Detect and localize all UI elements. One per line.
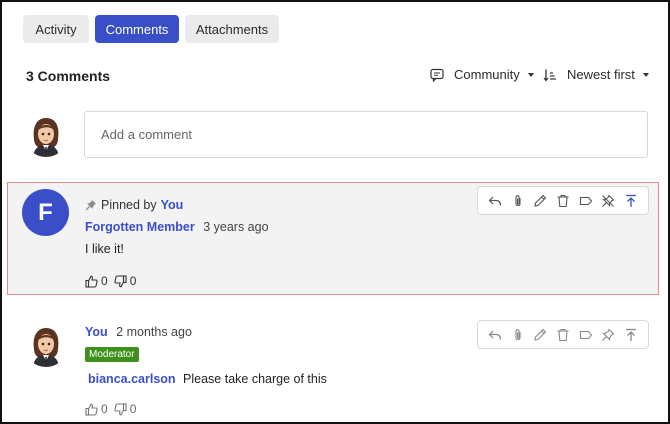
copy-link-button[interactable] xyxy=(509,192,527,210)
move-to-top-button[interactable] xyxy=(622,192,640,210)
comment-timestamp: 2 months ago xyxy=(116,325,192,339)
pencil-icon xyxy=(534,194,547,207)
avatar: F xyxy=(22,189,69,236)
trash-icon xyxy=(557,328,569,341)
avatar-letter: F xyxy=(38,198,53,226)
reply-button[interactable] xyxy=(486,326,504,344)
reply-icon xyxy=(488,330,502,340)
comment-author-link[interactable]: You xyxy=(85,325,108,339)
tab-comments[interactable]: Comments xyxy=(95,15,179,43)
moderator-badge: Moderator xyxy=(85,347,139,362)
downvote-button[interactable]: 0 xyxy=(114,274,137,288)
comment-timestamp: 3 years ago xyxy=(203,220,269,234)
vote-controls: 0 0 xyxy=(85,402,136,416)
user-avatar-icon xyxy=(33,118,59,157)
chat-bubble-icon xyxy=(430,68,444,82)
user-avatar-icon xyxy=(33,328,59,367)
tab-activity[interactable]: Activity xyxy=(23,15,89,43)
avatar xyxy=(24,113,68,157)
comment-body: bianca.carlson Please take charge of thi… xyxy=(88,372,327,386)
paperclip-icon xyxy=(515,328,521,340)
delete-button[interactable] xyxy=(554,326,572,344)
tag-icon xyxy=(579,330,592,339)
edit-button[interactable] xyxy=(531,192,549,210)
thumbs-up-icon xyxy=(85,403,98,416)
tag-icon xyxy=(579,196,592,205)
pin-icon xyxy=(602,327,615,341)
copy-link-button[interactable] xyxy=(509,326,527,344)
downvote-count: 0 xyxy=(129,402,137,416)
pinned-by-line: Pinned by You xyxy=(85,198,183,212)
edit-button[interactable] xyxy=(531,326,549,344)
comment-author-link[interactable]: Forgotten Member xyxy=(85,220,195,234)
delete-button[interactable] xyxy=(554,192,572,210)
comment-text: Please take charge of this xyxy=(183,372,327,386)
tab-bar: Activity Comments Attachments xyxy=(23,15,279,43)
reply-icon xyxy=(488,196,502,206)
move-to-top-button[interactable] xyxy=(622,326,640,344)
thumbs-up-icon xyxy=(85,275,98,288)
community-label: Community xyxy=(454,67,520,82)
unpin-icon xyxy=(602,193,615,207)
pinned-by-user-link[interactable]: You xyxy=(161,198,184,212)
downvote-button[interactable]: 0 xyxy=(114,402,137,416)
tab-attachments[interactable]: Attachments xyxy=(185,15,279,43)
unpin-button[interactable] xyxy=(599,192,617,210)
upvote-count: 0 xyxy=(101,274,108,288)
comment-body: I like it! xyxy=(85,242,124,256)
downvote-count: 0 xyxy=(129,274,137,288)
sort-label: Newest first xyxy=(567,67,635,82)
pencil-icon xyxy=(534,328,547,341)
trash-icon xyxy=(557,194,569,207)
sort-dropdown[interactable]: Newest first xyxy=(543,67,649,82)
move-top-icon xyxy=(625,194,636,207)
vote-controls: 0 0 xyxy=(85,274,136,288)
add-comment-input[interactable] xyxy=(84,111,648,158)
comment-author-line: Forgotten Member 3 years ago xyxy=(85,220,269,234)
comment-actions-toolbar xyxy=(477,186,649,215)
pin-button[interactable] xyxy=(599,326,617,344)
comment-count: 3 Comments xyxy=(26,68,111,84)
chevron-down-icon xyxy=(642,72,649,77)
thumbs-down-icon xyxy=(114,402,127,415)
community-filter-dropdown[interactable]: Community xyxy=(430,67,534,82)
label-button[interactable] xyxy=(577,192,595,210)
comment-actions-toolbar xyxy=(477,320,649,349)
avatar xyxy=(24,323,68,367)
pinned-by-prefix: Pinned by xyxy=(101,198,157,212)
label-button[interactable] xyxy=(577,326,595,344)
sort-icon xyxy=(543,69,556,81)
upvote-button[interactable]: 0 xyxy=(85,274,108,288)
mention-link[interactable]: bianca.carlson xyxy=(88,372,176,386)
upvote-button[interactable]: 0 xyxy=(85,402,108,416)
thumbs-down-icon xyxy=(114,274,127,287)
chevron-down-icon xyxy=(527,72,534,77)
reply-button[interactable] xyxy=(486,192,504,210)
pin-icon xyxy=(85,200,96,211)
upvote-count: 0 xyxy=(101,402,108,416)
paperclip-icon xyxy=(515,194,521,206)
comment-author-line: You 2 months ago xyxy=(85,325,192,339)
move-top-icon xyxy=(625,328,636,341)
